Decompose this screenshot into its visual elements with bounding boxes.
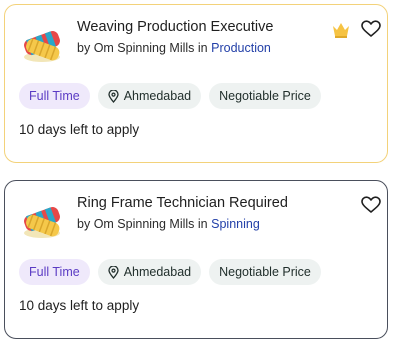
in-word: in — [197, 217, 208, 231]
job-title[interactable]: Weaving Production Executive — [77, 19, 273, 35]
deadline-text: 10 days left to apply — [19, 122, 140, 137]
location-pin-icon — [108, 89, 119, 103]
company-name[interactable]: Om Spinning Mills — [94, 41, 195, 55]
job-card[interactable]: Ring Frame Technician Required by Om Spi… — [4, 180, 388, 339]
location-label: Ahmedabad — [123, 89, 192, 103]
in-word: in — [197, 41, 208, 55]
job-title[interactable]: Ring Frame Technician Required — [77, 195, 288, 211]
job-byline: by Om Spinning Mills in Spinning — [77, 217, 260, 231]
job-tags: Full Time Ahmedabad Negotiable Price — [19, 259, 321, 285]
job-type-chip: Full Time — [19, 259, 90, 285]
job-card[interactable]: Weaving Production Executive by Om Spinn… — [4, 4, 388, 163]
job-category[interactable]: Spinning — [211, 217, 260, 231]
yarn-spools-icon — [24, 207, 60, 238]
by-prefix: by — [77, 41, 91, 55]
location-chip: Ahmedabad — [97, 259, 202, 285]
job-byline: by Om Spinning Mills in Production — [77, 41, 271, 55]
crown-icon — [333, 23, 349, 38]
price-chip: Negotiable Price — [209, 83, 321, 109]
heart-icon[interactable] — [361, 20, 381, 38]
location-label: Ahmedabad — [123, 265, 192, 279]
price-chip: Negotiable Price — [209, 259, 321, 285]
job-tags: Full Time Ahmedabad Negotiable Price — [19, 83, 321, 109]
yarn-spools-icon — [24, 31, 60, 62]
deadline-text: 10 days left to apply — [19, 298, 140, 313]
by-prefix: by — [77, 217, 91, 231]
location-chip: Ahmedabad — [97, 83, 202, 109]
company-name[interactable]: Om Spinning Mills — [94, 217, 195, 231]
job-type-chip: Full Time — [19, 83, 90, 109]
job-category[interactable]: Production — [211, 41, 271, 55]
heart-icon[interactable] — [361, 196, 381, 214]
location-pin-icon — [108, 265, 119, 279]
